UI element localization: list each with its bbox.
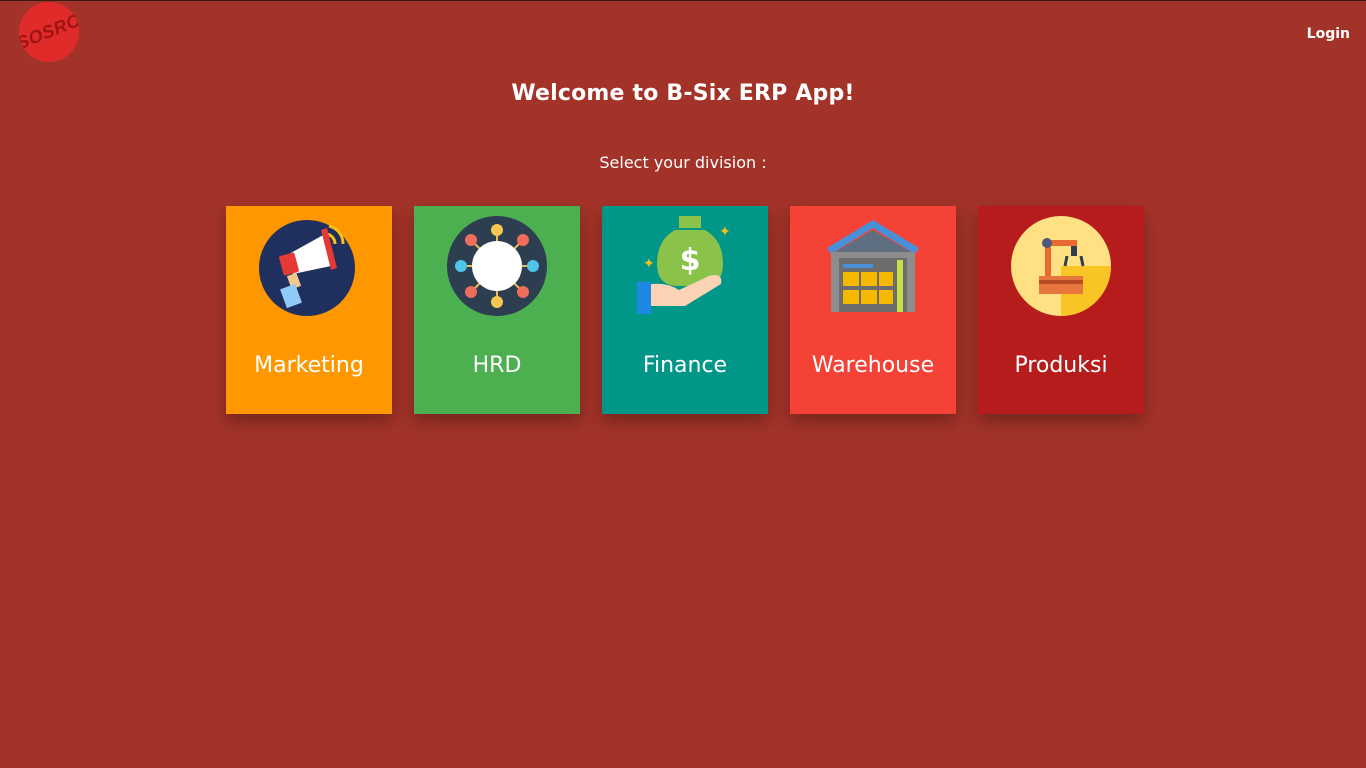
- sosro-logo[interactable]: SOSRO: [19, 2, 79, 62]
- robotic-arm-icon: [1011, 216, 1111, 316]
- division-prompt: Select your division :: [599, 153, 767, 172]
- logo-text: SOSRO: [19, 9, 79, 54]
- division-card-finance[interactable]: ✦ ✦ $ Finance: [602, 206, 768, 414]
- svg-text:$: $: [680, 243, 701, 278]
- page-title: Welcome to B-Six ERP App!: [511, 81, 855, 106]
- division-card-warehouse[interactable]: Warehouse: [790, 206, 956, 414]
- warehouse-icon: [827, 220, 919, 312]
- money-bag-hand-icon: ✦ ✦ $: [637, 216, 731, 314]
- division-cards: Marketing HRD ✦ ✦ $ Finance Warehouse Pr…: [226, 206, 1144, 414]
- division-label: Marketing: [254, 353, 364, 378]
- division-card-marketing[interactable]: Marketing: [226, 206, 392, 414]
- division-card-produksi[interactable]: Produksi: [978, 206, 1144, 414]
- division-card-hrd[interactable]: HRD: [414, 206, 580, 414]
- login-link[interactable]: Login: [1307, 26, 1350, 42]
- division-label: Finance: [642, 353, 728, 378]
- megaphone-icon: [259, 220, 355, 316]
- division-label: Produksi: [1014, 353, 1108, 378]
- division-label: HRD: [472, 353, 522, 378]
- division-label: Warehouse: [811, 353, 935, 378]
- svg-text:✦: ✦: [643, 256, 655, 272]
- team-network-icon: [447, 216, 547, 316]
- svg-text:✦: ✦: [719, 224, 731, 240]
